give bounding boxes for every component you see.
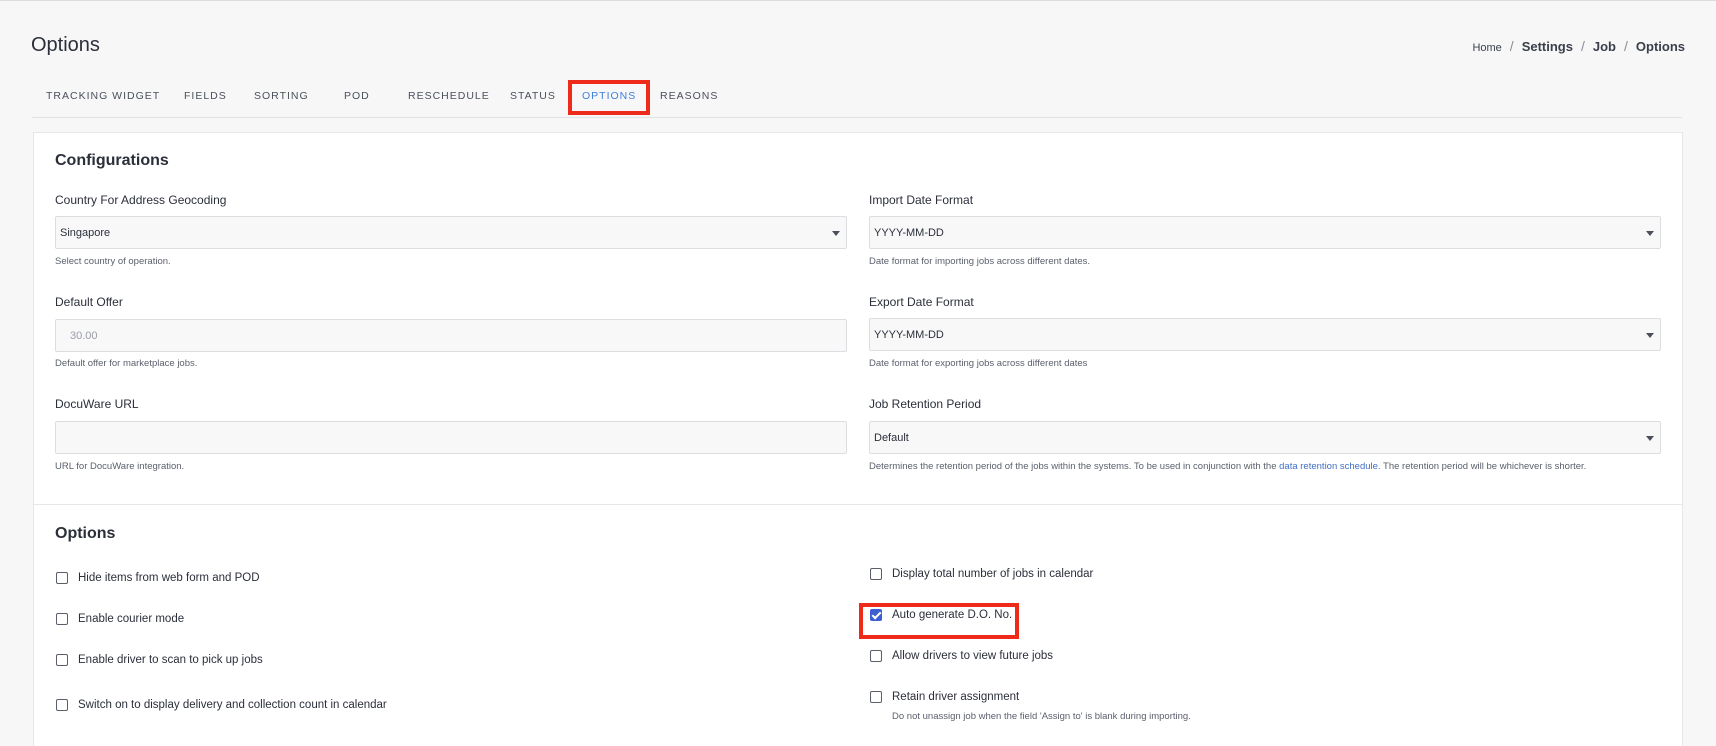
tab-bar: TRACKING WIDGET FIELDS SORTING POD RESCH… [32,82,1682,118]
country-label: Country For Address Geocoding [55,193,227,207]
breadcrumb-current: Options [1635,39,1685,54]
breadcrumb-home[interactable]: Home [1472,42,1501,54]
tab-sorting[interactable]: SORTING [254,90,309,102]
country-value: Singapore [60,226,111,239]
import-date-help: Date format for importing jobs across di… [869,256,1091,267]
tab-fields[interactable]: FIELDS [184,90,227,102]
tab-reasons[interactable]: REASONS [660,90,718,102]
breadcrumb-separator: / [1509,38,1514,54]
retention-help: Determines the retention period of the j… [869,461,1586,472]
docuware-help: URL for DocuWare integration. [55,461,185,472]
checkbox[interactable] [56,572,68,584]
chevron-down-icon [1646,231,1654,236]
breadcrumb-separator: / [1580,38,1585,54]
breadcrumb-job[interactable]: Job [1593,39,1616,54]
retention-help-text: Determines the retention period of the j… [869,461,1280,472]
export-date-help: Date format for exporting jobs across di… [869,358,1088,369]
option-label: Allow drivers to view future jobs [892,650,1054,662]
option-label: Display total number of jobs in calendar [892,568,1094,580]
section-divider [34,504,1682,505]
breadcrumb: Home / Settings / Job / Options [1472,38,1685,54]
page-title: Options [31,34,100,56]
export-date-select[interactable]: YYYY-MM-DD [869,318,1661,351]
default-offer-label: Default Offer [55,295,123,309]
tab-tracking-widget[interactable]: TRACKING WIDGET [46,90,160,102]
breadcrumb-settings[interactable]: Settings [1522,39,1573,54]
option-total-jobs[interactable]: Display total number of jobs in calendar [870,568,1093,580]
docuware-url-input[interactable] [55,421,847,454]
option-label: Enable courier mode [78,613,185,625]
import-date-label: Import Date Format [869,193,974,207]
settings-card: Configurations Country For Address Geoco… [33,132,1683,746]
breadcrumb-separator: / [1624,38,1628,54]
option-hide-items[interactable]: Hide items from web form and POD [56,572,260,584]
retention-help-suffix: . The retention period will be whichever… [1377,461,1587,472]
export-date-label: Export Date Format [869,295,974,309]
checkbox[interactable] [56,699,68,711]
import-date-select[interactable]: YYYY-MM-DD [869,216,1661,249]
retention-value: Default [874,431,909,444]
option-delivery-count[interactable]: Switch on to display delivery and collec… [56,699,387,711]
checkbox[interactable] [56,613,68,625]
option-driver-scan[interactable]: Enable driver to scan to pick up jobs [56,654,263,666]
option-retain-driver[interactable]: Retain driver assignment [870,691,1019,703]
configurations-title: Configurations [55,152,169,169]
chevron-down-icon [1646,436,1654,441]
checkbox[interactable] [870,568,882,580]
checkbox[interactable] [56,654,68,666]
tab-highlight-box [568,80,650,115]
retention-select[interactable]: Default [869,421,1661,454]
checkbox[interactable] [870,691,882,703]
option-label: Hide items from web form and POD [78,572,260,584]
docuware-label: DocuWare URL [55,397,139,411]
export-date-value: YYYY-MM-DD [874,328,944,341]
checkbox[interactable] [870,650,882,662]
chevron-down-icon [1646,333,1654,338]
option-courier-mode[interactable]: Enable courier mode [56,613,184,625]
country-help: Select country of operation. [55,256,171,267]
chevron-down-icon [832,231,840,236]
default-offer-placeholder: 30.00 [70,329,98,342]
default-offer-help: Default offer for marketplace jobs. [55,358,198,369]
retention-label: Job Retention Period [869,397,982,411]
tab-status[interactable]: STATUS [510,90,556,102]
option-retain-driver-help: Do not unassign job when the field 'Assi… [892,711,1191,722]
import-date-value: YYYY-MM-DD [874,226,944,239]
option-label: Enable driver to scan to pick up jobs [78,654,263,666]
data-retention-schedule-link[interactable]: data retention schedule [1279,461,1378,472]
country-select[interactable]: Singapore [55,216,847,249]
option-highlight-box [859,603,1019,639]
option-label: Retain driver assignment [892,691,1020,703]
options-title: Options [55,525,116,542]
option-label: Switch on to display delivery and collec… [78,699,387,711]
default-offer-input[interactable]: 30.00 [55,319,847,352]
top-border [0,0,1716,1]
option-future-jobs[interactable]: Allow drivers to view future jobs [870,650,1053,662]
tab-pod[interactable]: POD [344,90,370,102]
tab-reschedule[interactable]: RESCHEDULE [408,90,490,102]
